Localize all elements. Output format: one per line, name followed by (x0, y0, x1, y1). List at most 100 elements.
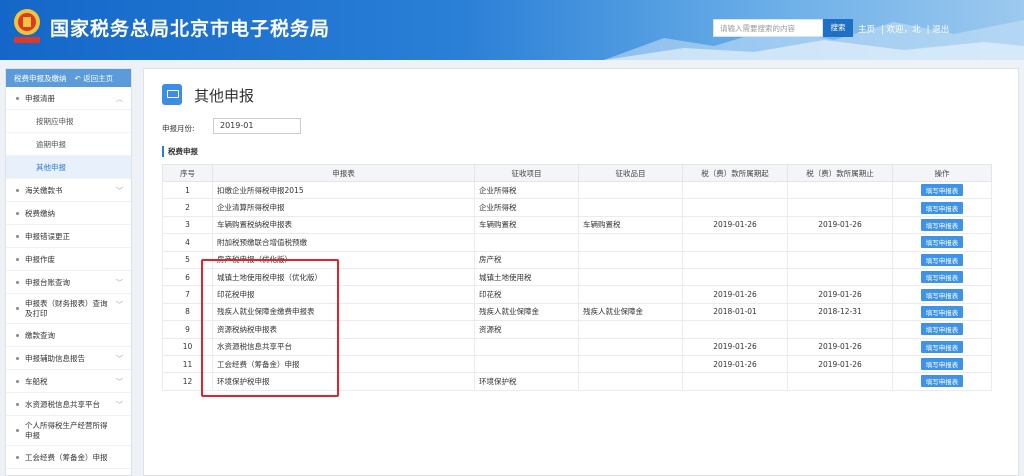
table-header-row: 序号 申报表 征收项目 征收品目 税（费）款所属期起 税（费）款所属期止 操作 (162, 164, 992, 182)
chevron-down-icon: ﹀ (116, 355, 123, 363)
fill-form-button[interactable]: 填写申报表 (920, 271, 964, 284)
cell-item: 房产税 (474, 250, 579, 269)
sidebar-item-customs[interactable]: 海关缴款书 ﹀ (6, 179, 131, 202)
cell-subitem (578, 285, 683, 304)
cell-period-start: 2018-01-01 (682, 302, 788, 322)
bullet-icon (16, 234, 19, 238)
home-link[interactable]: 主页 (858, 25, 875, 35)
cell-action: 填写申报表 (892, 267, 992, 287)
period-input[interactable]: 2019-01 (213, 118, 301, 134)
cell-item (474, 354, 579, 374)
highlight-box (201, 259, 339, 397)
fill-form-button[interactable]: 填写申报表 (920, 358, 964, 371)
fill-form-button[interactable]: 填写申报表 (920, 201, 964, 214)
cell-action: 填写申报表 (892, 233, 992, 252)
cell-form: 扣缴企业所得税申报2015 (212, 180, 475, 200)
sidebar-item-void[interactable]: 申报作废 (6, 248, 131, 271)
fill-form-button[interactable]: 填写申报表 (920, 236, 964, 249)
sidebar-item-union-fee[interactable]: 工会经费（筹备金）申报 (6, 446, 131, 469)
cell-period-start: 2019-01-26 (682, 215, 788, 235)
cell-period-end: 2019-01-26 (787, 337, 893, 356)
sidebar-tab-tax-declare[interactable]: 税费申报及缴纳 (14, 73, 67, 83)
cell-subitem: 残疾人就业保障金 (578, 302, 683, 322)
bullet-icon (16, 188, 19, 192)
sidebar-item-aux-report[interactable]: 申报辅助信息报告 ﹀ (6, 347, 131, 370)
sidebar-item-ledger[interactable]: 申报台账查询 ﹀ (6, 271, 131, 294)
table-row: 2 企业清算所得税申报 企业所得税 填写申报表 (162, 198, 992, 217)
cell-action: 填写申报表 (892, 215, 992, 235)
bullet-icon (16, 379, 19, 383)
cell-subitem: 车辆购置税 (578, 215, 683, 235)
sidebar-subitem-overdue[interactable]: 逾期申报 (6, 133, 131, 156)
cell-item: 印花税 (474, 285, 579, 304)
cell-no: 2 (162, 198, 213, 217)
cell-item: 环境保护税 (474, 372, 579, 391)
period-label: 申报月份: (162, 124, 195, 133)
cell-period-end (787, 267, 893, 287)
sidebar: 税费申报及缴纳 ↶ 返回主页 申报清册 ︿ 按期应申报 逾期申报 其他申报 海关缴… (5, 68, 132, 476)
cell-period-start (682, 180, 788, 200)
cell-period-end (787, 372, 893, 391)
sidebar-item-payment-query[interactable]: 缴款查询 (6, 324, 131, 347)
sidebar-item-report-print[interactable]: 申报表（财务报表）查询及打印 ﹀ (6, 294, 131, 324)
chevron-down-icon: ﹀ (116, 378, 123, 386)
fill-form-button[interactable]: 填写申报表 (920, 288, 964, 301)
cell-period-start (682, 250, 788, 269)
cell-action: 填写申报表 (892, 198, 992, 217)
bullet-icon (16, 257, 19, 261)
chevron-down-icon: ﹀ (116, 401, 123, 409)
sidebar-item-vehicle-tax[interactable]: 车船税 ﹀ (6, 370, 131, 393)
fill-form-button[interactable]: 填写申报表 (920, 375, 964, 388)
bullet-icon (16, 280, 19, 284)
cell-period-end (787, 233, 893, 252)
sidebar-item-payment[interactable]: 税费缴纳 (6, 202, 131, 225)
table-row: 4 附加税预缴联合增值税预缴 填写申报表 (162, 233, 992, 252)
sidebar-subitem-periodic[interactable]: 按期应申报 (6, 110, 131, 133)
fill-form-button[interactable]: 填写申报表 (920, 184, 964, 197)
logout-link[interactable]: 退出 (932, 25, 949, 35)
fill-form-button[interactable]: 填写申报表 (920, 305, 964, 318)
search-button[interactable]: 搜索 (823, 19, 853, 37)
bullet-icon (16, 307, 19, 310)
fill-form-button[interactable]: 填写申报表 (920, 218, 964, 231)
fill-form-button[interactable]: 填写申报表 (920, 253, 964, 266)
cell-action: 填写申报表 (892, 180, 992, 200)
cell-period-start: 2019-01-26 (682, 337, 788, 356)
sidebar-item-correction[interactable]: 申报错误更正 (6, 225, 131, 248)
sidebar-item-personal-income[interactable]: 个人所得税生产经营所得申报 (6, 416, 131, 446)
bullet-icon (16, 455, 19, 459)
cell-period-end: 2019-01-26 (787, 354, 893, 374)
cell-subitem (578, 250, 683, 269)
search-input[interactable]: 请输入需要搜索的内容 (713, 19, 823, 37)
cell-subitem (578, 372, 683, 391)
fill-form-button[interactable]: 填写申报表 (920, 323, 964, 336)
bullet-icon (16, 356, 19, 360)
cell-period-end (787, 198, 893, 217)
document-icon (162, 84, 182, 105)
col-header-no: 序号 (162, 164, 213, 182)
fill-form-button[interactable]: 填写申报表 (920, 340, 964, 353)
cell-subitem (578, 320, 683, 339)
sidebar-item-water-resource[interactable]: 水资源税信息共享平台 ﹀ (6, 393, 131, 416)
col-header-item: 征收项目 (474, 164, 579, 182)
cell-subitem (578, 198, 683, 217)
bullet-icon (16, 211, 19, 215)
cell-form: 附加税预缴联合增值税预缴 (212, 233, 475, 252)
cell-item: 车辆购置税 (474, 215, 579, 235)
sidebar-item-declare-list[interactable]: 申报清册 ︿ (6, 87, 131, 110)
cell-form: 车辆购置税纳税申报表 (212, 215, 475, 235)
sidebar-header: 税费申报及缴纳 ↶ 返回主页 (6, 69, 131, 87)
col-header-form: 申报表 (212, 164, 475, 182)
back-home-link[interactable]: ↶ 返回主页 (75, 73, 114, 83)
table-row: 3 车辆购置税纳税申报表 车辆购置税 车辆购置税 2019-01-26 2019-01-2… (162, 215, 992, 235)
cell-period-start (682, 198, 788, 217)
section-title: 税费申报 (162, 146, 198, 157)
cell-item (474, 337, 579, 356)
cell-action: 填写申报表 (892, 372, 992, 391)
col-header-period-start: 税（费）款所属期起 (682, 164, 788, 182)
cell-action: 填写申报表 (892, 354, 992, 374)
sidebar-subitem-other[interactable]: 其他申报 (6, 156, 131, 179)
welcome-user: 欢迎，北 (886, 25, 921, 35)
cell-item: 企业所得税 (474, 198, 579, 217)
col-header-action: 操作 (892, 164, 992, 182)
